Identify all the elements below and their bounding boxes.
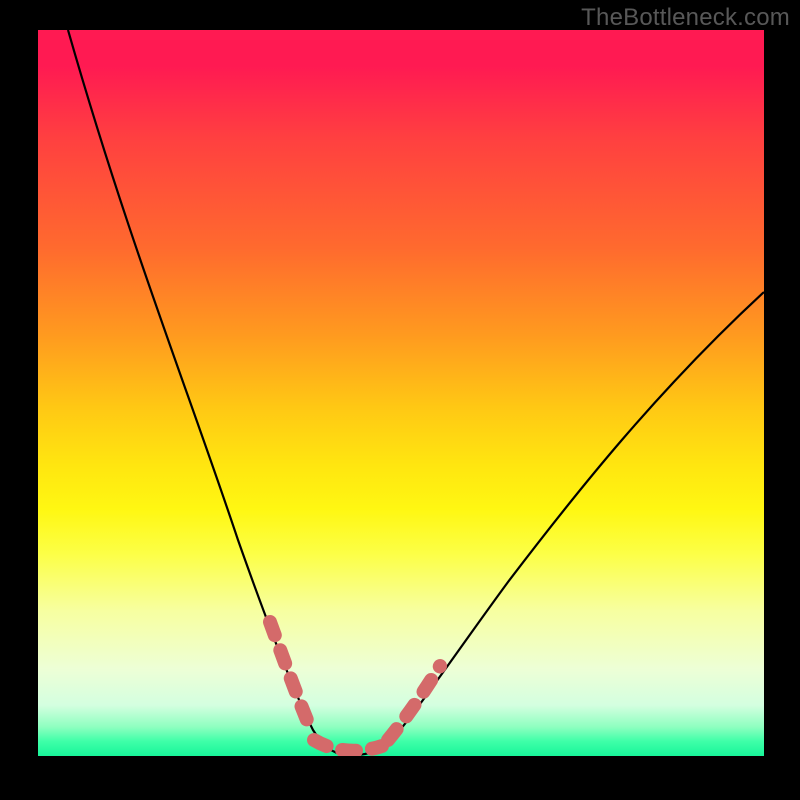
chart-plot-area (38, 30, 764, 756)
right-dash-marker (388, 666, 440, 740)
left-dash-marker (270, 622, 312, 732)
watermark-text: TheBottleneck.com (581, 4, 790, 32)
floor-dash-marker (314, 740, 382, 751)
bottleneck-curve-line (68, 30, 764, 755)
chart-frame: TheBottleneck.com (0, 0, 800, 800)
chart-svg (38, 30, 764, 756)
